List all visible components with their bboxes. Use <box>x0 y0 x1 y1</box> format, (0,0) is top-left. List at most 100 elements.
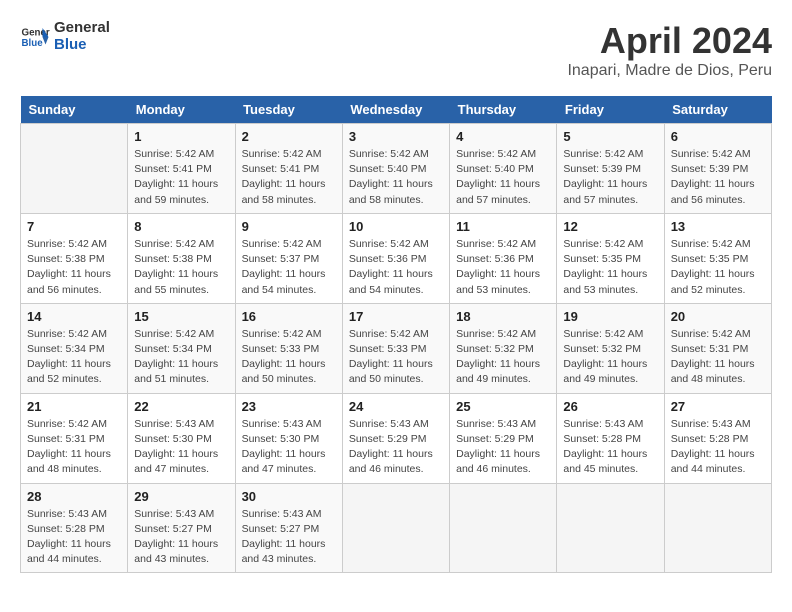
calendar-cell: 13 Sunrise: 5:42 AMSunset: 5:35 PMDayligh… <box>664 213 771 303</box>
day-number: 30 <box>242 489 336 504</box>
calendar-cell: 3 Sunrise: 5:42 AMSunset: 5:40 PMDaylight… <box>342 124 449 214</box>
header-day-tuesday: Tuesday <box>235 96 342 124</box>
day-info: Sunrise: 5:42 AMSunset: 5:41 PMDaylight:… <box>242 147 336 208</box>
day-number: 15 <box>134 309 228 324</box>
calendar-cell: 12Sunrise: 5:42 AMSunset: 5:35 PMDayligh… <box>557 213 664 303</box>
calendar-cell: 4 Sunrise: 5:42 AMSunset: 5:40 PMDaylight… <box>450 124 557 214</box>
day-info: Sunrise: 5:42 AMSunset: 5:32 PMDaylight:… <box>563 327 657 388</box>
calendar-cell <box>21 124 128 214</box>
calendar-cell: 1Sunrise: 5:42 AMSunset: 5:41 PMDaylight… <box>128 124 235 214</box>
day-info: Sunrise: 5:42 AMSunset: 5:37 PMDaylight:… <box>242 237 336 298</box>
calendar-cell: 22Sunrise: 5:43 AMSunset: 5:30 PMDayligh… <box>128 393 235 483</box>
calendar-cell: 5 Sunrise: 5:42 AMSunset: 5:39 PMDaylight… <box>557 124 664 214</box>
day-info: Sunrise: 5:42 AMSunset: 5:38 PMDaylight:… <box>134 237 228 298</box>
day-number: 17 <box>349 309 443 324</box>
day-number: 4 <box>456 129 550 144</box>
calendar-cell: 21 Sunrise: 5:42 AMSunset: 5:31 PMDayligh… <box>21 393 128 483</box>
calendar-cell: 18Sunrise: 5:42 AMSunset: 5:32 PMDayligh… <box>450 303 557 393</box>
title-area: April 2024 Inapari, Madre de Dios, Peru <box>567 20 772 80</box>
logo-general: General <box>54 20 110 37</box>
day-info: Sunrise: 5:43 AMSunset: 5:30 PMDaylight:… <box>242 417 336 478</box>
logo: General Blue General Blue <box>20 20 110 53</box>
day-info: Sunrise: 5:42 AMSunset: 5:39 PMDaylight:… <box>563 147 657 208</box>
calendar-cell: 9 Sunrise: 5:42 AMSunset: 5:37 PMDaylight… <box>235 213 342 303</box>
day-info: Sunrise: 5:42 AMSunset: 5:34 PMDaylight:… <box>27 327 121 388</box>
calendar-week-row: 21 Sunrise: 5:42 AMSunset: 5:31 PMDayligh… <box>21 393 772 483</box>
calendar-cell: 20 Sunrise: 5:42 AMSunset: 5:31 PMDayligh… <box>664 303 771 393</box>
calendar-cell: 7 Sunrise: 5:42 AMSunset: 5:38 PMDaylight… <box>21 213 128 303</box>
day-info: Sunrise: 5:42 AMSunset: 5:36 PMDaylight:… <box>349 237 443 298</box>
header-day-sunday: Sunday <box>21 96 128 124</box>
calendar-cell: 16Sunrise: 5:42 AMSunset: 5:33 PMDayligh… <box>235 303 342 393</box>
day-number: 10 <box>349 219 443 234</box>
calendar-week-row: 7 Sunrise: 5:42 AMSunset: 5:38 PMDaylight… <box>21 213 772 303</box>
day-number: 9 <box>242 219 336 234</box>
day-number: 20 <box>671 309 765 324</box>
day-number: 24 <box>349 399 443 414</box>
calendar-cell: 19 Sunrise: 5:42 AMSunset: 5:32 PMDayligh… <box>557 303 664 393</box>
day-info: Sunrise: 5:43 AMSunset: 5:27 PMDaylight:… <box>134 507 228 568</box>
calendar-cell: 15 Sunrise: 5:42 AMSunset: 5:34 PMDayligh… <box>128 303 235 393</box>
calendar-cell: 10 Sunrise: 5:42 AMSunset: 5:36 PMDayligh… <box>342 213 449 303</box>
day-number: 18 <box>456 309 550 324</box>
day-info: Sunrise: 5:42 AMSunset: 5:34 PMDaylight:… <box>134 327 228 388</box>
calendar-cell: 6Sunrise: 5:42 AMSunset: 5:39 PMDaylight… <box>664 124 771 214</box>
header-day-friday: Friday <box>557 96 664 124</box>
calendar-cell: 17 Sunrise: 5:42 AMSunset: 5:33 PMDayligh… <box>342 303 449 393</box>
day-number: 25 <box>456 399 550 414</box>
day-number: 23 <box>242 399 336 414</box>
header-day-saturday: Saturday <box>664 96 771 124</box>
logo-blue: Blue <box>54 37 110 54</box>
calendar-cell <box>450 483 557 573</box>
day-info: Sunrise: 5:42 AMSunset: 5:41 PMDaylight:… <box>134 147 228 208</box>
day-number: 21 <box>27 399 121 414</box>
calendar-cell: 27Sunrise: 5:43 AMSunset: 5:28 PMDayligh… <box>664 393 771 483</box>
calendar-week-row: 1Sunrise: 5:42 AMSunset: 5:41 PMDaylight… <box>21 124 772 214</box>
day-info: Sunrise: 5:42 AMSunset: 5:33 PMDaylight:… <box>349 327 443 388</box>
day-info: Sunrise: 5:42 AMSunset: 5:31 PMDaylight:… <box>27 417 121 478</box>
day-info: Sunrise: 5:43 AMSunset: 5:28 PMDaylight:… <box>563 417 657 478</box>
calendar-cell: 2 Sunrise: 5:42 AMSunset: 5:41 PMDaylight… <box>235 124 342 214</box>
calendar-cell: 23 Sunrise: 5:43 AMSunset: 5:30 PMDayligh… <box>235 393 342 483</box>
day-number: 2 <box>242 129 336 144</box>
day-info: Sunrise: 5:43 AMSunset: 5:30 PMDaylight:… <box>134 417 228 478</box>
day-number: 3 <box>349 129 443 144</box>
header-day-wednesday: Wednesday <box>342 96 449 124</box>
day-number: 29 <box>134 489 228 504</box>
day-info: Sunrise: 5:42 AMSunset: 5:38 PMDaylight:… <box>27 237 121 298</box>
logo-icon: General Blue <box>20 22 50 52</box>
day-number: 13 <box>671 219 765 234</box>
day-info: Sunrise: 5:42 AMSunset: 5:35 PMDaylight:… <box>563 237 657 298</box>
calendar-cell: 8 Sunrise: 5:42 AMSunset: 5:38 PMDaylight… <box>128 213 235 303</box>
day-number: 8 <box>134 219 228 234</box>
day-number: 11 <box>456 219 550 234</box>
day-number: 19 <box>563 309 657 324</box>
day-number: 28 <box>27 489 121 504</box>
calendar-title: April 2024 <box>567 20 772 62</box>
day-info: Sunrise: 5:42 AMSunset: 5:35 PMDaylight:… <box>671 237 765 298</box>
calendar-header-row: SundayMondayTuesdayWednesdayThursdayFrid… <box>21 96 772 124</box>
day-info: Sunrise: 5:43 AMSunset: 5:28 PMDaylight:… <box>671 417 765 478</box>
calendar-cell: 25 Sunrise: 5:43 AMSunset: 5:29 PMDayligh… <box>450 393 557 483</box>
calendar-cell: 24 Sunrise: 5:43 AMSunset: 5:29 PMDayligh… <box>342 393 449 483</box>
day-info: Sunrise: 5:42 AMSunset: 5:40 PMDaylight:… <box>349 147 443 208</box>
day-info: Sunrise: 5:43 AMSunset: 5:28 PMDaylight:… <box>27 507 121 568</box>
calendar-subtitle: Inapari, Madre de Dios, Peru <box>567 62 772 80</box>
page-header: General Blue General Blue April 2024 Ina… <box>20 20 772 80</box>
day-info: Sunrise: 5:42 AMSunset: 5:40 PMDaylight:… <box>456 147 550 208</box>
day-info: Sunrise: 5:43 AMSunset: 5:29 PMDaylight:… <box>456 417 550 478</box>
day-number: 5 <box>563 129 657 144</box>
calendar-cell: 14 Sunrise: 5:42 AMSunset: 5:34 PMDayligh… <box>21 303 128 393</box>
day-number: 7 <box>27 219 121 234</box>
day-info: Sunrise: 5:42 AMSunset: 5:36 PMDaylight:… <box>456 237 550 298</box>
day-number: 14 <box>27 309 121 324</box>
day-info: Sunrise: 5:43 AMSunset: 5:29 PMDaylight:… <box>349 417 443 478</box>
day-info: Sunrise: 5:42 AMSunset: 5:31 PMDaylight:… <box>671 327 765 388</box>
calendar-week-row: 28 Sunrise: 5:43 AMSunset: 5:28 PMDayligh… <box>21 483 772 573</box>
calendar-cell <box>557 483 664 573</box>
day-info: Sunrise: 5:43 AMSunset: 5:27 PMDaylight:… <box>242 507 336 568</box>
day-number: 6 <box>671 129 765 144</box>
calendar-cell: 29 Sunrise: 5:43 AMSunset: 5:27 PMDayligh… <box>128 483 235 573</box>
header-day-monday: Monday <box>128 96 235 124</box>
calendar-table: SundayMondayTuesdayWednesdayThursdayFrid… <box>20 96 772 573</box>
